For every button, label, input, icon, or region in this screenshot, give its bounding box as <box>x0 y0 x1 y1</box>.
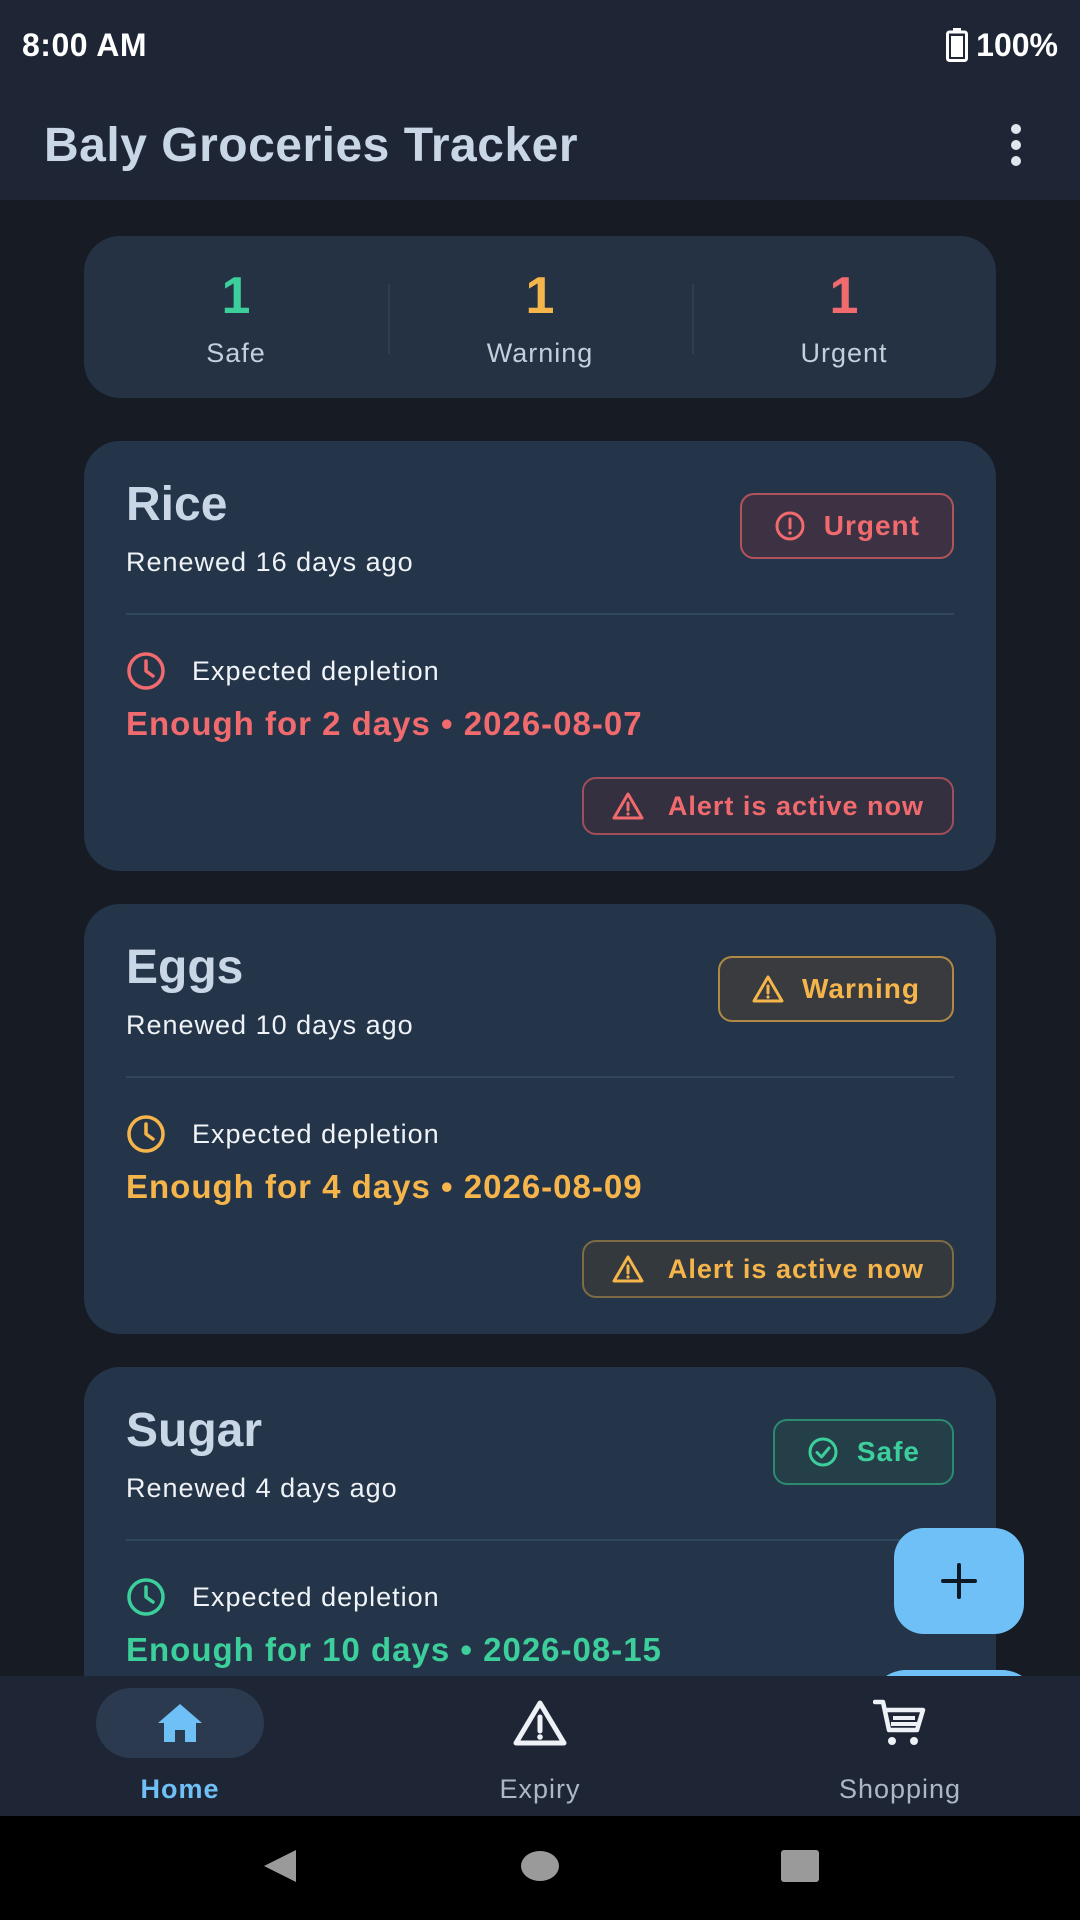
add-item-button[interactable] <box>894 1528 1024 1634</box>
more-options-button[interactable] <box>996 115 1036 175</box>
app-title: Baly Groceries Tracker <box>44 118 579 172</box>
depletion-value: Enough for 2 days • 2026-08-07 <box>126 705 643 742</box>
bottom-nav: Home Expiry Shopping <box>0 1676 1080 1816</box>
back-triangle-icon <box>264 1849 296 1882</box>
status-badge: Urgent <box>739 493 954 559</box>
app-bar: Baly Groceries Tracker <box>0 90 1080 200</box>
home-circle-icon <box>521 1850 559 1881</box>
summary-urgent-count: 1 <box>829 266 859 325</box>
depletion-label: Expected depletion <box>192 1581 440 1612</box>
status-time: 8:00 AM <box>22 26 148 63</box>
depletion-label: Expected depletion <box>192 1118 440 1149</box>
nav-label-home: Home <box>140 1774 220 1804</box>
divider <box>126 1076 954 1078</box>
summary-urgent: 1 Urgent <box>692 236 996 398</box>
home-nav-button[interactable] <box>520 1850 560 1887</box>
nav-item-home[interactable]: Home <box>0 1676 360 1816</box>
depletion-value: Enough for 10 days • 2026-08-15 <box>126 1631 662 1668</box>
home-icon <box>158 1704 202 1742</box>
summary-card: 1 Safe 1 Warning 1 Urgent <box>84 236 996 398</box>
nav-item-shopping[interactable]: Shopping <box>720 1676 1080 1816</box>
nav-pill <box>456 1688 624 1758</box>
summary-safe-label: Safe <box>206 337 266 368</box>
summary-safe-count: 1 <box>221 266 251 325</box>
nav-pill <box>816 1688 984 1758</box>
system-nav-bar <box>0 1816 1080 1920</box>
nav-label-shopping: Shopping <box>838 1774 962 1804</box>
warning-triangle-icon <box>612 1255 644 1283</box>
status-bar: 8:00 AM 100% <box>0 0 1080 90</box>
status-badge-label: Safe <box>856 1436 920 1467</box>
clock-icon <box>127 1578 165 1616</box>
status-badge-label: Urgent <box>823 510 920 541</box>
status-badge: Safe <box>772 1419 954 1485</box>
warning-triangle-icon <box>513 1700 567 1746</box>
item-card-rice[interactable]: Rice Renewed 16 days ago Urgent Expected… <box>84 441 996 871</box>
battery-icon <box>946 28 969 62</box>
divider <box>126 1539 954 1541</box>
summary-urgent-label: Urgent <box>800 337 888 368</box>
alert-chip[interactable]: Alert is active now <box>581 777 954 835</box>
recents-square-icon <box>781 1849 819 1882</box>
depletion-row: Expected depletion <box>126 1577 440 1617</box>
nav-label-expiry: Expiry <box>499 1774 581 1804</box>
warning-triangle-icon <box>752 975 784 1003</box>
recents-button[interactable] <box>780 1849 820 1888</box>
divider <box>126 613 954 615</box>
clock-icon <box>127 652 165 690</box>
item-card-eggs[interactable]: Eggs Renewed 10 days ago Warning Expecte… <box>84 904 996 1334</box>
depletion-value: Enough for 4 days • 2026-08-09 <box>126 1168 643 1205</box>
depletion-label: Expected depletion <box>192 655 440 686</box>
battery-level: 100% <box>976 26 1058 63</box>
alert-circle-icon <box>775 511 805 541</box>
alert-chip[interactable]: Alert is active now <box>581 1240 954 1298</box>
nav-pill-active <box>96 1688 264 1758</box>
cart-icon <box>873 1699 926 1745</box>
clock-icon <box>127 1115 165 1153</box>
alert-chip-label: Alert is active now <box>667 1253 924 1284</box>
status-badge: Warning <box>718 956 954 1022</box>
more-vert-icon <box>1011 124 1021 166</box>
summary-warning-count: 1 <box>525 266 555 325</box>
summary-warning: 1 Warning <box>388 236 692 398</box>
summary-warning-label: Warning <box>486 337 594 368</box>
nav-item-expiry[interactable]: Expiry <box>360 1676 720 1816</box>
content-scroll[interactable]: 1 Safe 1 Warning 1 Urgent Rice Renewed 1… <box>0 200 1080 1676</box>
check-circle-icon <box>808 1437 838 1467</box>
summary-safe: 1 Safe <box>84 236 388 398</box>
warning-triangle-icon <box>612 792 644 820</box>
plus-icon <box>941 1563 977 1599</box>
alert-chip-label: Alert is active now <box>667 790 924 821</box>
status-badge-label: Warning <box>802 973 920 1004</box>
item-card-sugar[interactable]: Sugar Renewed 4 days ago Safe Expected d… <box>84 1367 996 1676</box>
depletion-row: Expected depletion <box>126 651 440 691</box>
depletion-row: Expected depletion <box>126 1114 440 1154</box>
back-button[interactable] <box>260 1846 300 1891</box>
status-right: 100% <box>946 27 1058 64</box>
